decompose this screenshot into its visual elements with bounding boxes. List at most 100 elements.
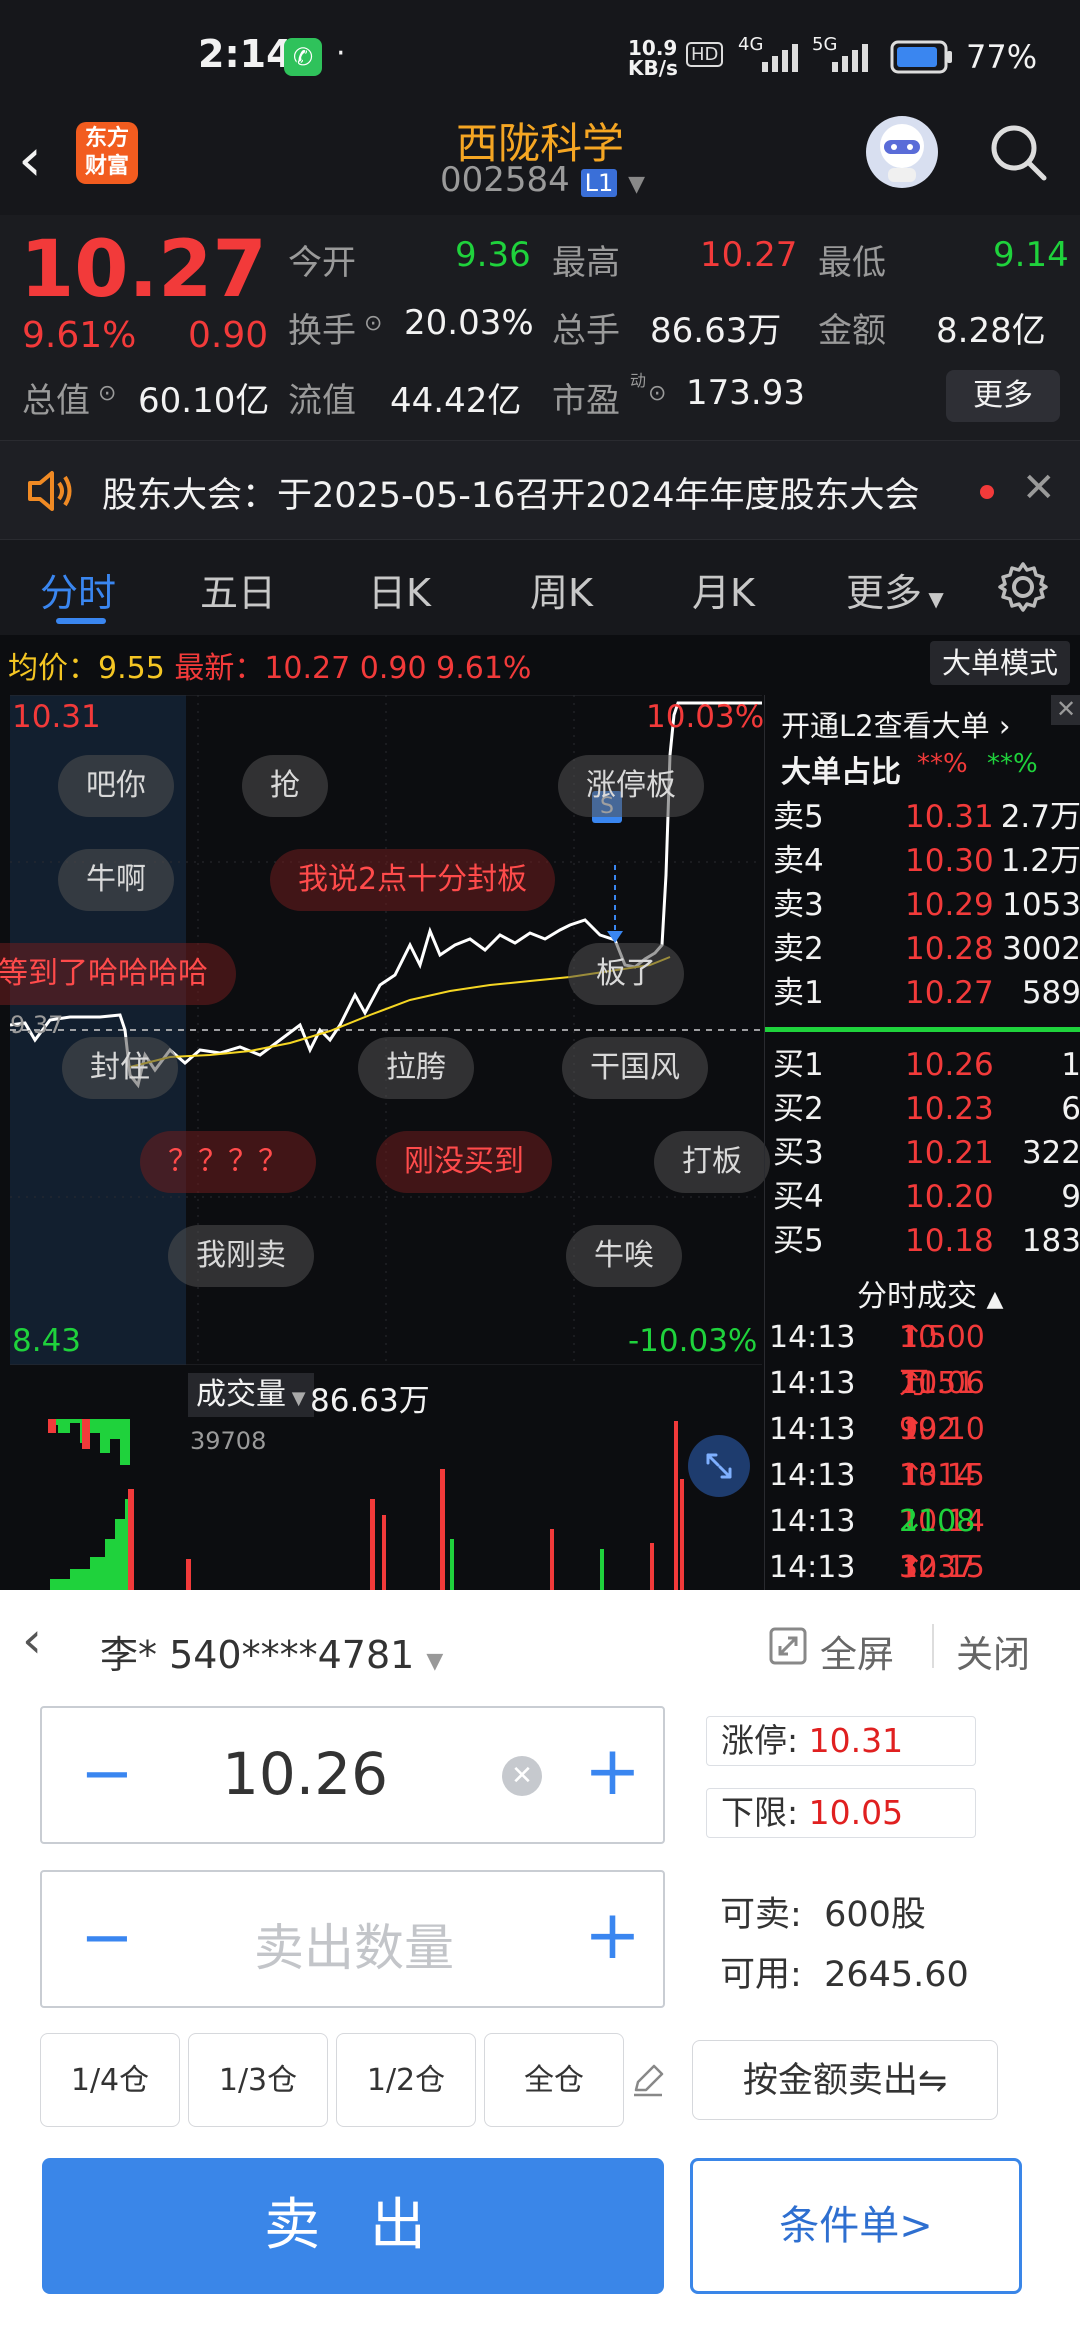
qty-plus-button[interactable]: + bbox=[584, 1898, 641, 1974]
close-button[interactable]: 关闭 bbox=[956, 1624, 1030, 1678]
l2-link[interactable]: 开通L2查看大单 › bbox=[781, 703, 1010, 745]
turnover-label: 换手 bbox=[288, 311, 356, 351]
divider bbox=[932, 1624, 934, 1668]
volume-chart bbox=[10, 1419, 762, 1590]
speaker-icon bbox=[26, 469, 74, 513]
sell-by-amount-button[interactable]: 按金额卖出⇋ bbox=[692, 2040, 998, 2120]
danmu-bubble[interactable]: 牛啊 bbox=[58, 849, 174, 911]
big-order-ratio-label: 大单占比 bbox=[781, 755, 901, 790]
pe-label: 市盈 bbox=[552, 381, 620, 421]
tab-weekly[interactable]: 周K bbox=[530, 562, 593, 617]
danmu-bubble[interactable]: ？？？？ bbox=[140, 1131, 316, 1193]
info-icon[interactable]: ⊙ bbox=[364, 311, 382, 336]
danmu-bubble[interactable]: 封住 bbox=[62, 1037, 178, 1099]
price-minus-button[interactable]: − bbox=[80, 1736, 134, 1812]
hd-icon: HD bbox=[686, 42, 724, 67]
danmu-bubble[interactable]: 吧你 bbox=[58, 755, 174, 817]
quantity-stepper: − 卖出数量 + bbox=[40, 1870, 665, 2008]
robot-avatar-icon[interactable] bbox=[866, 116, 938, 188]
pe-value: 173.93 bbox=[686, 373, 805, 413]
tick-row: 14:13 10.00 ↑ 1.5万 bbox=[769, 1320, 985, 1401]
quote-panel: 10.27 9.61% 0.90 今开 9.36 最高 10.27 最低 9.1… bbox=[0, 215, 1080, 440]
order-book: 开通L2查看大单 › ✕ 大单占比 **% **% 卖5 10.31 2.7万 卖4… bbox=[764, 695, 1080, 1590]
qty-minus-button[interactable]: − bbox=[80, 1900, 134, 1976]
back-button[interactable]: ‹ bbox=[18, 120, 42, 200]
available-info: 可用: 2645.60 bbox=[720, 1955, 969, 1995]
fullscreen-icon[interactable] bbox=[768, 1626, 808, 1666]
danmu-bubble[interactable]: 抢 bbox=[242, 755, 328, 817]
bid-list: 买1 10.26 1 买2 10.23 6 买3 10.21 322 买4 10.20 9 买5… bbox=[765, 1043, 1080, 1273]
bid-row: 买5 10.18 183 bbox=[773, 1223, 1080, 1259]
danmu-bubble[interactable]: 刚没买到 bbox=[376, 1131, 552, 1193]
y-axis-top-pct: 10.03% bbox=[646, 699, 765, 735]
volume-selector[interactable]: 成交量 ▼ bbox=[188, 1373, 314, 1417]
pe-sup: 动 bbox=[630, 371, 647, 390]
info-icon[interactable]: ⊙ bbox=[648, 381, 666, 406]
ticks-title[interactable]: 分时成交 ▲ bbox=[857, 1271, 1003, 1315]
price-input[interactable]: 10.26 bbox=[222, 1740, 522, 1808]
ratio-green: **% bbox=[987, 749, 1038, 779]
change-value: 0.90 bbox=[188, 315, 269, 356]
stock-header: ‹ 东方 财富 西陇科学 002584 L1 ▼ bbox=[0, 110, 1080, 215]
danmu-bubble[interactable]: 我刚卖 bbox=[168, 1225, 314, 1287]
signal-icon-2 bbox=[830, 44, 872, 72]
battery-level: 77% bbox=[966, 38, 1038, 76]
limit-down-box[interactable]: 下限: 10.05 bbox=[706, 1788, 976, 1838]
danmu-bubble[interactable]: 打板 bbox=[654, 1131, 770, 1193]
price-plus-button[interactable]: + bbox=[584, 1734, 641, 1810]
net-speed: 10.9 KB/s bbox=[628, 36, 678, 80]
info-icon[interactable]: ⊙ bbox=[98, 381, 116, 406]
tick-row: 14:13 10.14 ↓ 2108 bbox=[769, 1504, 985, 1539]
position-quarter-button[interactable]: 1/4仓 bbox=[40, 2033, 180, 2127]
expand-icon[interactable] bbox=[688, 1435, 750, 1497]
fullscreen-label[interactable]: 全屏 bbox=[820, 1624, 894, 1678]
clear-icon[interactable]: ✕ bbox=[502, 1756, 542, 1796]
tick-list: 14:13 10.00 ↑ 1.5万 14:13 10.06 ↑ 1151 14:13 10… bbox=[765, 1315, 1080, 1590]
big-order-mode-button[interactable]: 大单模式 bbox=[930, 641, 1071, 685]
notice-bar[interactable]: 股东大会：于2025-05-16召开2024年年度股东大会 ✕ bbox=[0, 440, 1080, 540]
ask-list: 卖5 10.31 2.7万 卖4 10.30 1.2万 卖3 10.29 1053 卖2 10… bbox=[765, 795, 1080, 1025]
account-selector[interactable]: 李* 540****4781 ▼ bbox=[100, 1624, 443, 1679]
position-full-button[interactable]: 全仓 bbox=[484, 2033, 624, 2127]
y-axis-bottom-pct: -10.03% bbox=[628, 1323, 758, 1359]
stock-code[interactable]: 002584 L1 ▼ bbox=[440, 160, 645, 200]
y-axis-top: 10.31 bbox=[12, 699, 101, 735]
low-value: 9.14 bbox=[993, 235, 1069, 275]
change-pct: 9.61% bbox=[22, 315, 137, 356]
sellable-info: 可卖: 600股 bbox=[720, 1895, 926, 1935]
back-button[interactable]: ‹ bbox=[22, 1612, 42, 1668]
tick-row: 14:13 10.10 ↑ 992 bbox=[769, 1412, 985, 1447]
danmu-bubble[interactable]: 等到了哈哈哈哈 bbox=[0, 943, 236, 1005]
bid-row: 买3 10.21 322 bbox=[773, 1135, 1080, 1171]
sell-button[interactable]: 卖 出 bbox=[42, 2158, 664, 2294]
ask-row: 卖4 10.30 1.2万 bbox=[773, 843, 1080, 879]
danmu-bubble[interactable]: 牛唉 bbox=[566, 1225, 682, 1287]
more-button[interactable]: 更多 bbox=[946, 370, 1060, 422]
conditional-order-button[interactable]: 条件单> bbox=[690, 2158, 1022, 2294]
close-icon[interactable]: ✕ bbox=[1051, 695, 1080, 725]
edit-icon[interactable] bbox=[630, 2062, 666, 2098]
danmu-bubble[interactable]: 涨停板 bbox=[558, 755, 704, 817]
tab-5day[interactable]: 五日 bbox=[200, 562, 276, 617]
danmu-bubble[interactable]: 干国风 bbox=[562, 1037, 708, 1099]
tab-daily[interactable]: 日K bbox=[368, 562, 431, 617]
chart-area: 均价：9.55 最新：10.27 0.90 9.61% 大单模式 S 10.3 bbox=[0, 635, 1080, 1590]
position-third-button[interactable]: 1/3仓 bbox=[188, 2033, 328, 2127]
danmu-bubble[interactable]: 板了 bbox=[568, 943, 684, 1005]
ratio-red: **% bbox=[917, 749, 968, 779]
tab-more[interactable]: 更多 ▼ bbox=[846, 562, 944, 617]
tab-monthly[interactable]: 月K bbox=[692, 562, 755, 617]
gear-icon[interactable] bbox=[996, 560, 1050, 614]
search-icon[interactable] bbox=[986, 120, 1050, 184]
low-label: 最低 bbox=[818, 243, 886, 283]
danmu-bubble[interactable]: 拉胯 bbox=[358, 1037, 474, 1099]
danmu-bubble[interactable]: 我说2点十分封板 bbox=[270, 849, 556, 911]
tab-intraday[interactable]: 分时 bbox=[40, 562, 116, 617]
position-half-button[interactable]: 1/2仓 bbox=[336, 2033, 476, 2127]
close-icon[interactable]: ✕ bbox=[1022, 465, 1056, 511]
level-badge: L1 bbox=[580, 169, 618, 197]
phone-icon: ✆ bbox=[284, 38, 322, 76]
quantity-input[interactable]: 卖出数量 bbox=[254, 1908, 454, 1980]
limit-up-box[interactable]: 涨停: 10.31 bbox=[706, 1716, 976, 1766]
price-stepper: − 10.26 ✕ + bbox=[40, 1706, 665, 1844]
